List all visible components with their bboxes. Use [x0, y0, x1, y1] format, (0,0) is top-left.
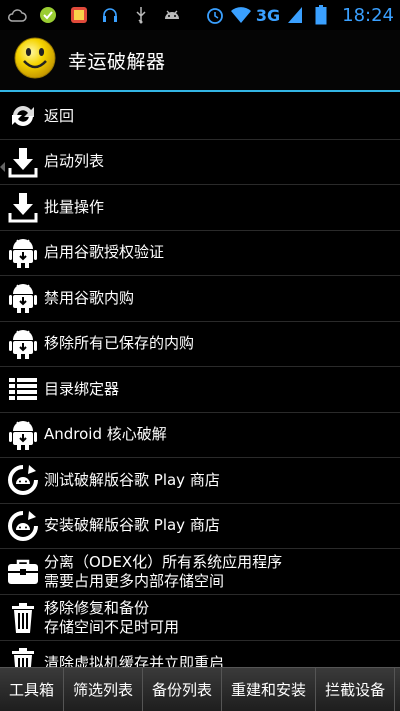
list-tree-icon	[6, 372, 40, 406]
menu-item-label: 禁用谷歌内购	[44, 288, 135, 307]
menu-item-clear-dalvik[interactable]: 清除虚拟机缓存并立即重启	[0, 641, 400, 668]
menu-item-label: 批量操作	[44, 197, 105, 216]
android-install-icon	[6, 236, 40, 270]
cloud-icon	[6, 4, 28, 26]
android-refresh-icon	[6, 509, 40, 543]
bottom-tab-bar: 工具箱 筛选列表 备份列表 重建和安装 拦截设备	[0, 667, 400, 711]
signal-icon	[284, 4, 306, 26]
download-icon	[6, 145, 40, 179]
menu-item-enable-license[interactable]: 启用谷歌授权验证	[0, 231, 400, 276]
menu-item-batch[interactable]: 批量操作	[0, 185, 400, 231]
android-debug-icon	[161, 4, 183, 26]
menu-item-label: 启动列表	[44, 152, 105, 171]
status-bar: 3G 18:24	[0, 0, 400, 30]
menu-item-install-play-store[interactable]: 安装破解版谷歌 Play 商店	[0, 504, 400, 549]
page-title: 幸运破解器	[68, 50, 166, 73]
menu-item-disable-iap[interactable]: 禁用谷歌内购	[0, 276, 400, 322]
menu-item-remove-fix-backup[interactable]: 移除修复和备份 存储空间不足时可用	[0, 595, 400, 641]
menu-item-label: 测试破解版谷歌 Play 商店	[44, 470, 220, 489]
menu-item-test-play-store[interactable]: 测试破解版谷歌 Play 商店	[0, 458, 400, 504]
menu-item-launch-list[interactable]: 启动列表	[0, 140, 400, 185]
android-install-icon	[6, 281, 40, 315]
network-type: 3G	[255, 5, 281, 25]
menu-item-label: 安装破解版谷歌 Play 商店	[44, 516, 220, 535]
menu-item-label: 返回	[44, 106, 75, 125]
download-icon	[6, 190, 40, 224]
tab-rebuild-install[interactable]: 重建和安装	[222, 668, 317, 711]
app-notification-icon	[37, 4, 59, 26]
usb-icon	[130, 4, 152, 26]
tab-filter-list[interactable]: 筛选列表	[64, 668, 144, 711]
menu-item-label: Android 核心破解	[44, 425, 167, 444]
menu-list: 返回 启动列表 批量操作 启用谷歌授权验证 禁用谷歌内购 移除所有已保存的内购	[0, 94, 400, 668]
toolbox-icon	[6, 555, 40, 589]
app-header: 幸运破解器	[0, 30, 400, 92]
menu-item-label: 移除修复和备份	[44, 598, 150, 617]
refresh-back-icon	[6, 99, 40, 133]
battery-icon	[310, 4, 332, 26]
menu-item-back[interactable]: 返回	[0, 94, 400, 140]
menu-item-dir-binder[interactable]: 目录绑定器	[0, 367, 400, 413]
menu-item-label: 分离（ODEX化）所有系统应用程序	[44, 552, 283, 571]
menu-item-sublabel: 存储空间不足时可用	[44, 617, 180, 636]
gallery-icon	[68, 4, 90, 26]
clock: 18:24	[342, 4, 394, 26]
menu-item-odex-all[interactable]: 分离（ODEX化）所有系统应用程序 需要占用更多内部存储空间	[0, 549, 400, 595]
menu-item-label: 目录绑定器	[44, 379, 120, 398]
android-install-icon	[6, 418, 40, 452]
tab-toolbox[interactable]: 工具箱	[0, 668, 65, 711]
alarm-icon	[204, 4, 226, 26]
headset-icon	[99, 4, 121, 26]
smiley-logo-icon	[14, 37, 56, 83]
menu-item-remove-saved-iap[interactable]: 移除所有已保存的内购	[0, 322, 400, 367]
android-install-icon	[6, 327, 40, 361]
android-refresh-icon	[6, 463, 40, 497]
menu-item-label: 启用谷歌授权验证	[44, 243, 165, 262]
menu-item-core-patch[interactable]: Android 核心破解	[0, 413, 400, 458]
wifi-icon	[230, 4, 252, 26]
trash-icon	[6, 601, 40, 635]
menu-item-sublabel: 需要占用更多内部存储空间	[44, 571, 225, 590]
menu-item-label: 清除虚拟机缓存并立即重启	[44, 653, 225, 668]
tab-backup-list[interactable]: 备份列表	[143, 668, 223, 711]
menu-item-label: 移除所有已保存的内购	[44, 334, 195, 353]
tab-block-device[interactable]: 拦截设备	[316, 668, 396, 711]
trash-icon	[6, 646, 40, 668]
